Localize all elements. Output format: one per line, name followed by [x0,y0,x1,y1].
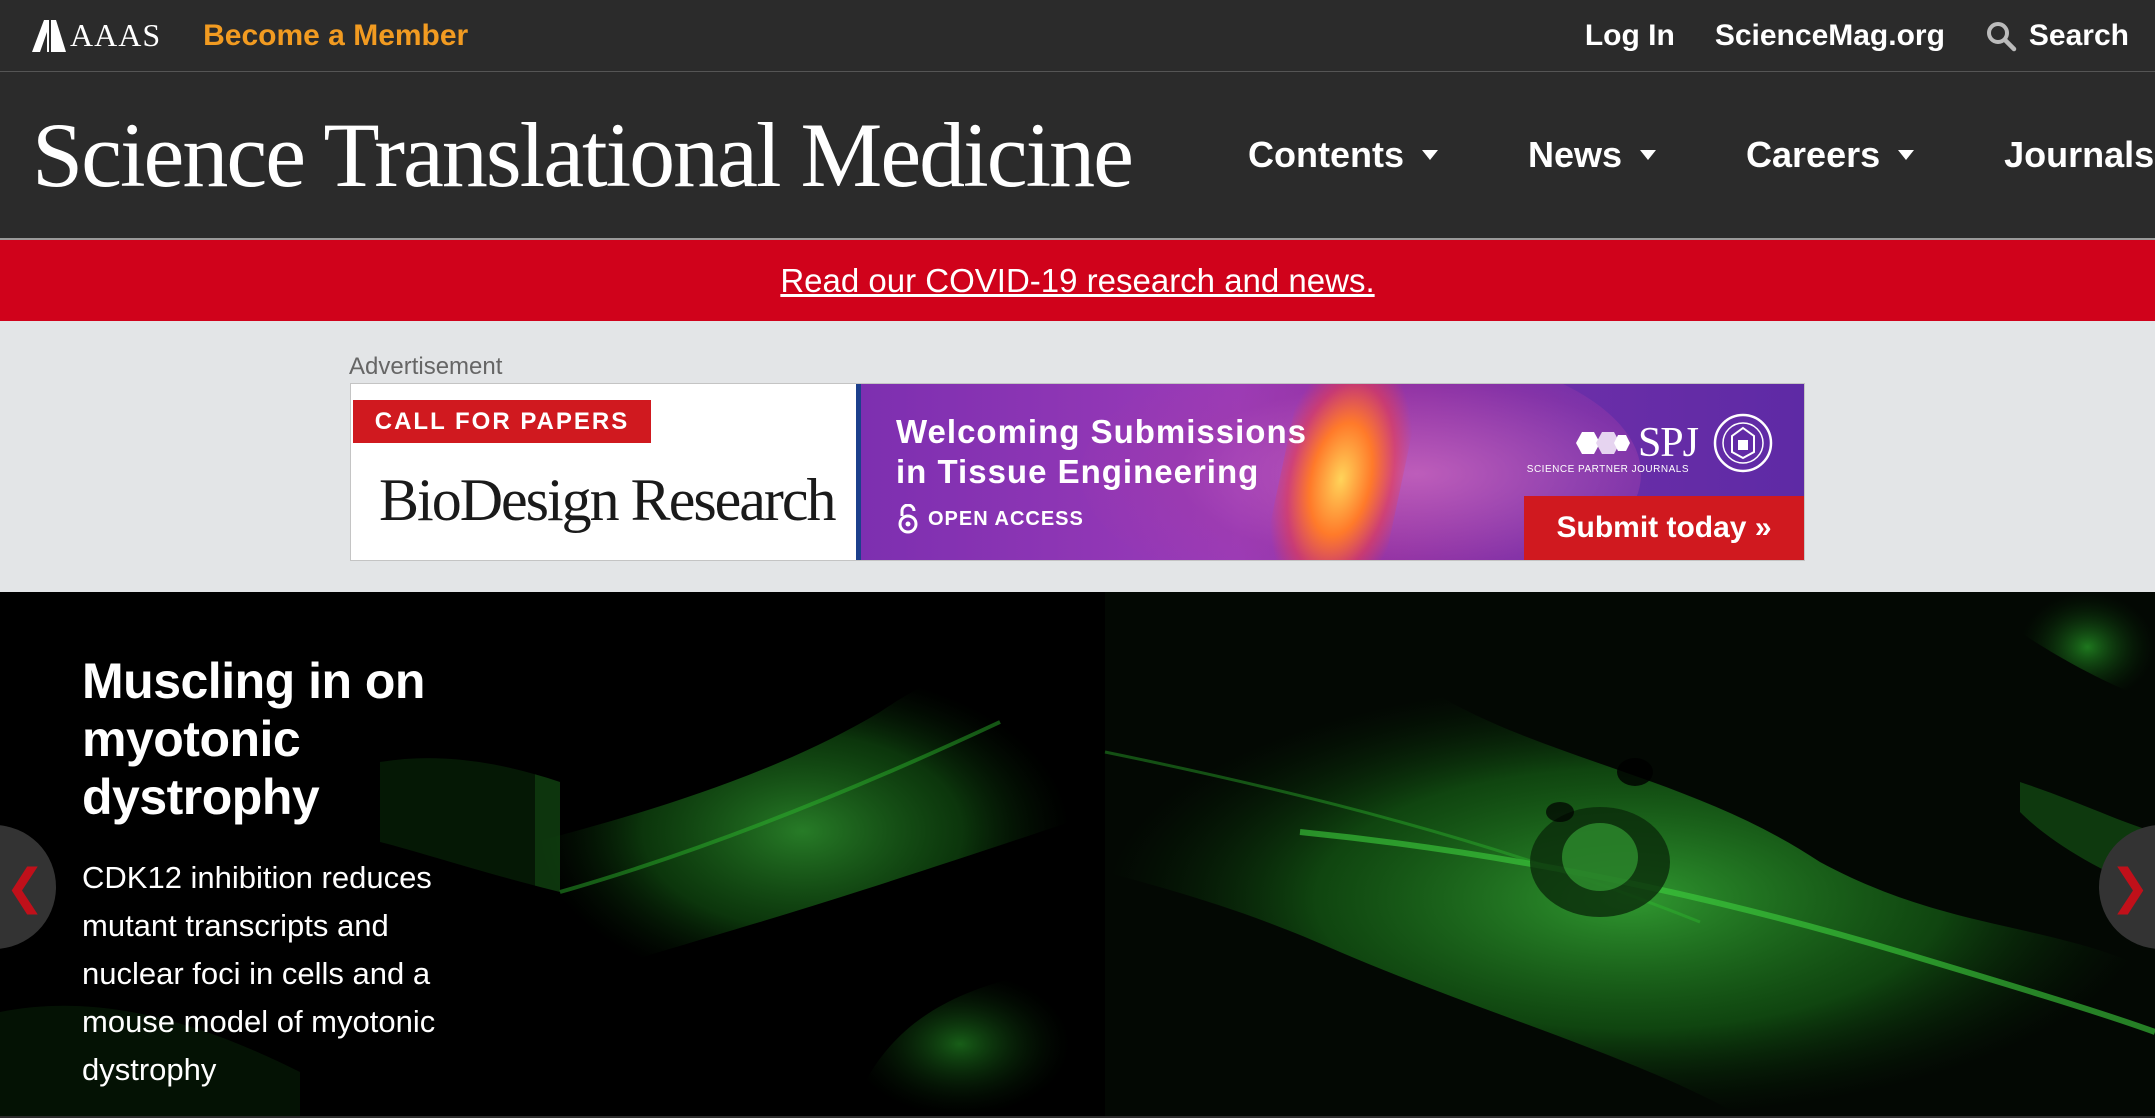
advertisement-banner[interactable]: CALL FOR PAPERS BioDesign Research Welco… [350,383,1805,561]
login-link[interactable]: Log In [1585,19,1675,53]
spj-subtitle: SCIENCE PARTNER JOURNALS [1526,464,1689,475]
nav-contents-label: Contents [1247,134,1404,175]
ad-headline: Welcoming Submissions in Tissue Engineer… [896,412,1307,492]
become-member-link[interactable]: Become a Member [203,19,468,53]
biodesign-research-logo: BioDesign Research [379,467,837,533]
aaas-logo-text: AAAS [70,17,162,53]
nav-news-label: News [1527,134,1623,175]
masthead: Science Translational Medicine Contents … [0,72,2155,240]
top-right-links: Log In ScienceMag.org Search [1585,19,2129,53]
nav-contents[interactable]: Contents [1248,134,1438,176]
caret-down-icon [1898,150,1915,160]
ad-left-panel: CALL FOR PAPERS BioDesign Research [351,384,861,560]
caret-down-icon [1640,150,1657,160]
main-nav: Contents News Careers Journals [1248,134,2155,176]
journal-title[interactable]: Science Translational Medicine [32,109,1134,201]
nav-careers-label: Careers [1746,134,1881,175]
sciencemag-link[interactable]: ScienceMag.org [1715,19,1945,53]
spj-hexagon-icon [1575,432,1630,454]
spj-text: SPJ [1637,420,1699,466]
search-label: Search [2028,18,2129,52]
spj-logo: SPJ [1568,419,1699,467]
ad-headline-line-2: in Tissue Engineering [896,453,1260,490]
nav-careers[interactable]: Careers [1746,134,1915,176]
aaas-logo[interactable]: AAAS [32,17,161,54]
open-access-label: OPEN ACCESS [896,504,1084,534]
university-seal-icon [1713,413,1773,473]
chevron-right-icon: ❯ [2109,861,2151,914]
top-utility-bar: AAAS Become a Member Log In ScienceMag.o… [0,0,2155,72]
hero-carousel: Muscling in on myotonic dystrophy CDK12 … [0,592,2155,1116]
chevron-left-icon: ❮ [4,861,46,914]
nav-news[interactable]: News [1527,134,1657,176]
covid-link[interactable]: Read our COVID-19 research and news. [780,262,1374,300]
hero-description: CDK12 inhibition reduces mutant transcri… [82,860,436,1087]
nav-journals-label: Journals [2004,134,2155,175]
search-icon [1986,21,2017,51]
caret-down-icon [1421,150,1438,160]
advertisement-band: Advertisement CALL FOR PAPERS BioDesign … [0,321,2155,592]
ad-right-panel: Welcoming Submissions in Tissue Engineer… [861,384,1804,560]
covid-banner: Read our COVID-19 research and news. [0,240,2155,321]
call-for-papers-badge: CALL FOR PAPERS [353,400,651,443]
open-access-text: OPEN ACCESS [928,507,1084,530]
open-access-icon [898,504,918,534]
nav-journals[interactable]: Journals [2004,134,2155,176]
advertisement-label: Advertisement [349,353,503,380]
hero-title[interactable]: Muscling in on myotonic dystrophy [82,652,482,826]
ad-headline-line-1: Welcoming Submissions [896,413,1307,450]
submit-today-button[interactable]: Submit today » [1524,496,1804,560]
search-button[interactable]: Search [1985,19,2129,53]
aaas-mark-icon [32,19,66,52]
